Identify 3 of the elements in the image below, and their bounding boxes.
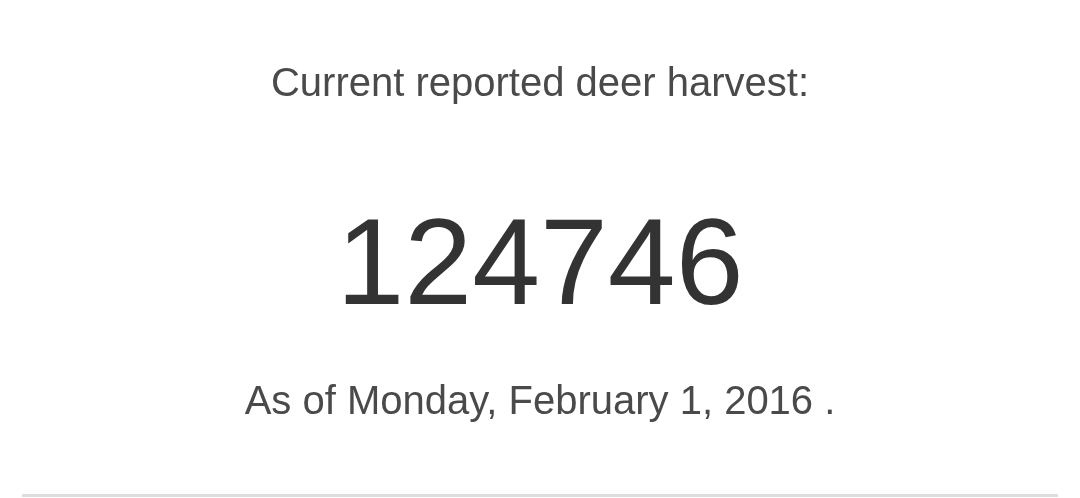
harvest-count: 124746	[336, 193, 744, 332]
harvest-heading: Current reported deer harvest:	[270, 59, 809, 106]
report-date: As of Monday, February 1, 2016 .	[244, 377, 836, 424]
